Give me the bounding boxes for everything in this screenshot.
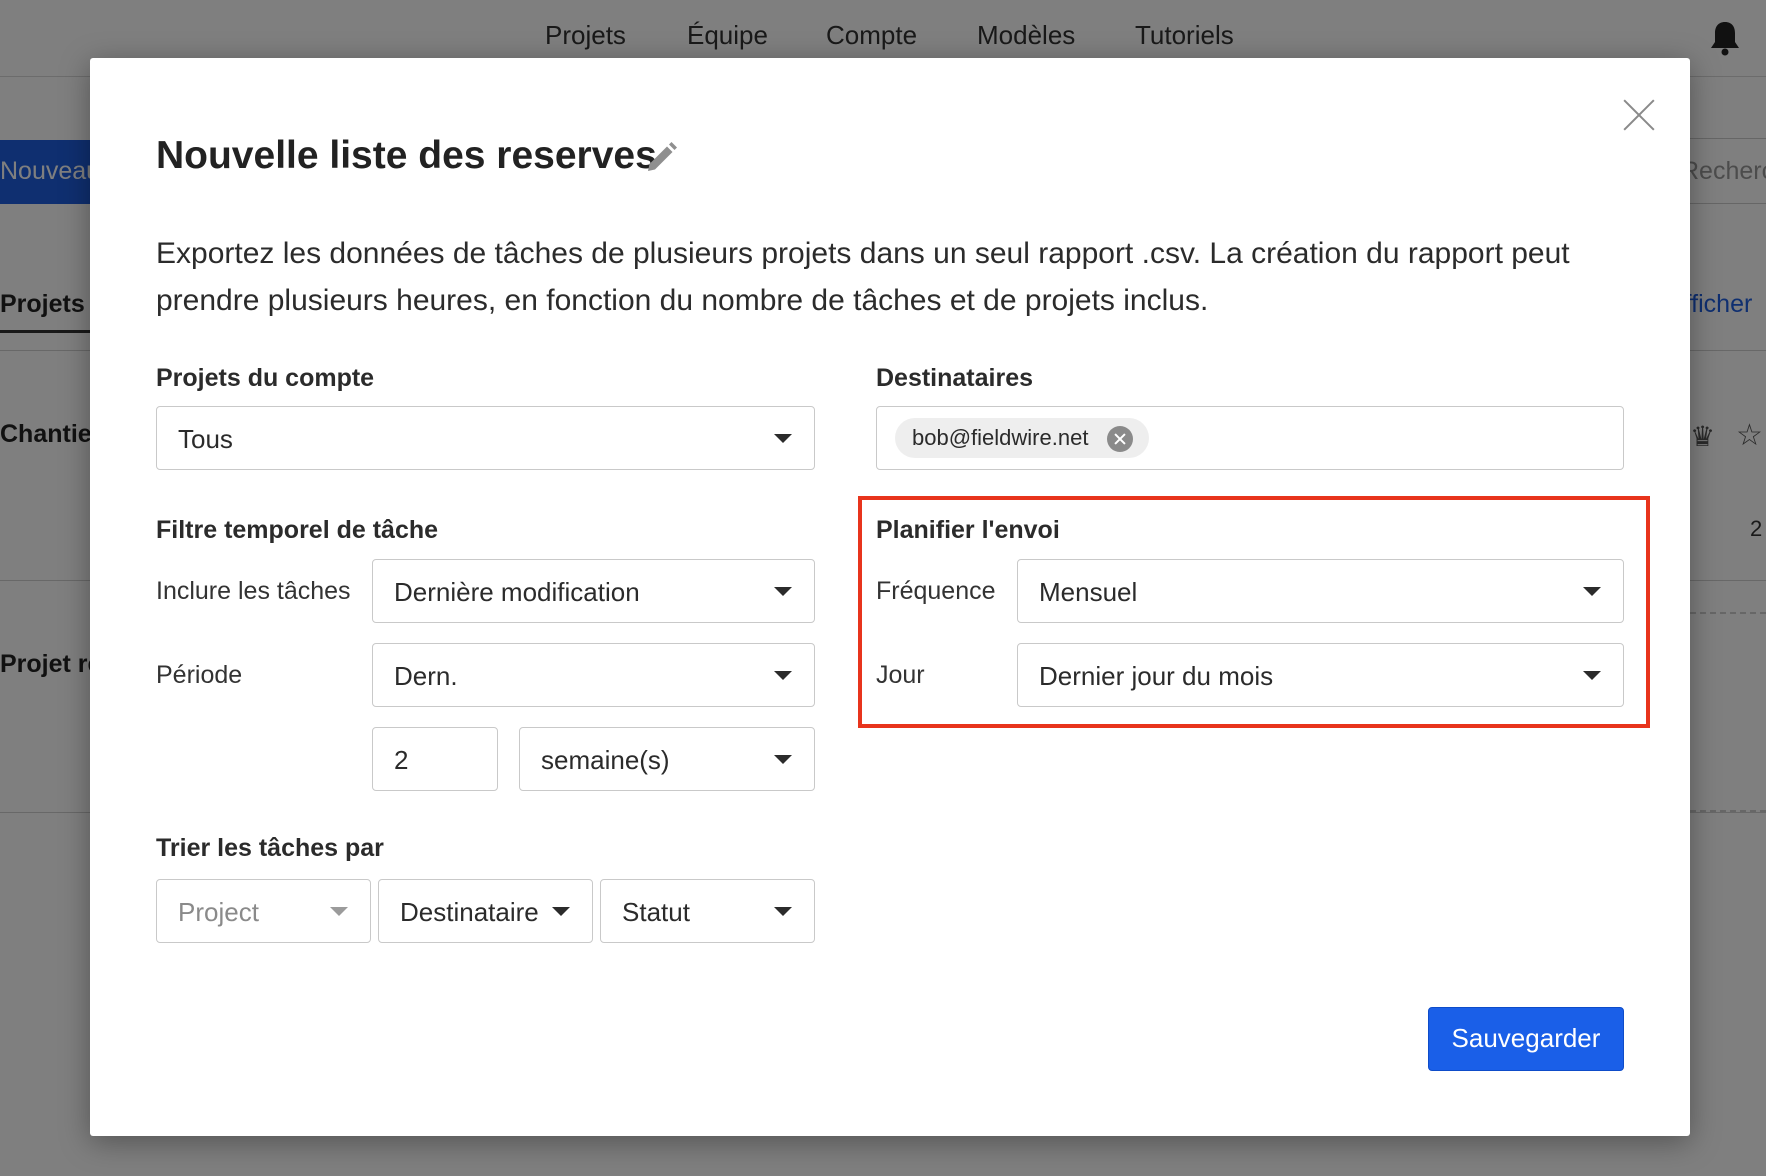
- caret-down-icon: [774, 755, 792, 764]
- frequency-select[interactable]: Mensuel: [1017, 559, 1624, 623]
- time-filter-label: Filtre temporel de tâche: [156, 516, 439, 544]
- account-projects-select[interactable]: Tous: [156, 406, 815, 470]
- caret-down-icon: [774, 434, 792, 443]
- caret-down-icon: [774, 907, 792, 916]
- pencil-icon[interactable]: [643, 140, 679, 176]
- period-label: Période: [156, 661, 243, 689]
- modal-title: Nouvelle liste des reserves: [156, 134, 657, 177]
- caret-down-icon: [330, 907, 348, 916]
- caret-down-icon: [1583, 671, 1601, 680]
- day-select[interactable]: Dernier jour du mois: [1017, 643, 1624, 707]
- include-tasks-select[interactable]: Dernière modification: [372, 559, 815, 623]
- day-label: Jour: [876, 661, 925, 689]
- caret-down-icon: [774, 587, 792, 596]
- frequency-label: Fréquence: [876, 577, 996, 605]
- sort-label: Trier les tâches par: [156, 834, 384, 862]
- include-tasks-label: Inclure les tâches: [156, 577, 351, 605]
- sort-select-status[interactable]: Statut: [600, 879, 815, 943]
- clear-chip-icon[interactable]: [1107, 426, 1133, 452]
- modal-description: Exportez les données de tâches de plusie…: [156, 237, 1570, 317]
- recipient-chip: bob@fieldwire.net: [895, 418, 1149, 458]
- sort-select-recipient[interactable]: Destinataire: [378, 879, 593, 943]
- close-icon[interactable]: [1622, 98, 1656, 132]
- recipients-label: Destinataires: [876, 364, 1034, 392]
- period-count-input[interactable]: 2: [372, 727, 498, 791]
- period-select[interactable]: Dern.: [372, 643, 815, 707]
- caret-down-icon: [1583, 587, 1601, 596]
- caret-down-icon: [774, 671, 792, 680]
- schedule-label: Planifier l'envoi: [876, 516, 1060, 544]
- save-button[interactable]: Sauvegarder: [1428, 1007, 1624, 1071]
- period-unit-select[interactable]: semaine(s): [519, 727, 815, 791]
- export-modal: Nouvelle liste des reserves Exportez les…: [90, 58, 1690, 1136]
- caret-down-icon: [552, 907, 570, 916]
- account-projects-label: Projets du compte: [156, 364, 375, 392]
- recipients-input[interactable]: bob@fieldwire.net: [876, 406, 1624, 470]
- sort-select-project[interactable]: Project: [156, 879, 371, 943]
